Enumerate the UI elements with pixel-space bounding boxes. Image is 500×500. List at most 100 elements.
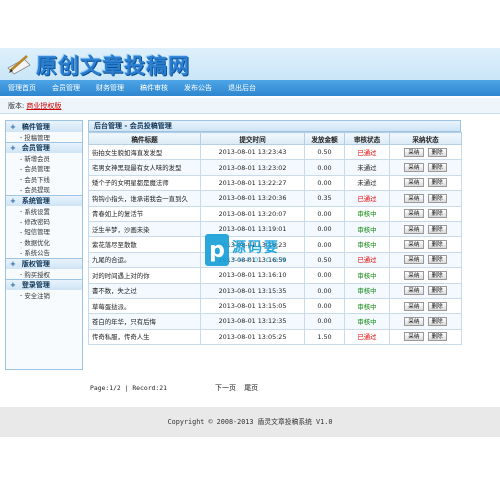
row-time: 2013-08-01 13:20:07	[200, 205, 305, 222]
row-review-status: 已通过	[344, 143, 390, 161]
row-title[interactable]: 草莓蛋挞派。	[88, 297, 201, 315]
accept-button[interactable]: 采纳	[404, 255, 424, 265]
table-row: 草莓蛋挞派。 2013-08-01 13:15:05 0.00 审核中 采纳 删除	[88, 297, 462, 315]
sidebar-item-buy-license[interactable]: - 购买授权	[6, 269, 82, 279]
nav-item-logout[interactable]: 退出后台	[220, 83, 264, 93]
row-title[interactable]: 紫花落尽至散散	[88, 236, 201, 253]
last-page-link[interactable]: 尾页	[244, 384, 258, 392]
delete-button[interactable]: 删除	[427, 147, 447, 157]
sidebar-item-sms[interactable]: - 短信管理	[6, 227, 82, 237]
accept-button[interactable]: 采纳	[404, 286, 424, 296]
sidebar-item-password[interactable]: - 修改密码	[6, 216, 82, 227]
accept-button[interactable]: 采纳	[404, 163, 424, 173]
row-title[interactable]: 街拍女生貌如海直发发型	[88, 143, 201, 161]
accept-button[interactable]: 采纳	[404, 270, 424, 280]
row-title[interactable]: 传奇私服，传奇人生	[88, 328, 201, 346]
row-actions: 采纳 删除	[389, 251, 462, 269]
site-logo[interactable]: 原创文章投稿网	[6, 50, 216, 80]
accept-button[interactable]: 采纳	[404, 316, 424, 326]
pen-paper-icon	[6, 53, 32, 77]
row-title[interactable]: 書不数，失之过	[88, 282, 201, 299]
accept-button[interactable]: 采纳	[404, 224, 424, 234]
sidebar-item-logout[interactable]: - 安全注销	[6, 290, 82, 300]
row-title[interactable]: 九尾的合运。	[88, 251, 201, 269]
row-title[interactable]: 对的时间遇上对的你	[88, 267, 201, 284]
license-link[interactable]: 商业授权版	[26, 101, 61, 111]
accept-button[interactable]: 采纳	[404, 332, 424, 342]
nav-item-home[interactable]: 管理首页	[0, 83, 44, 93]
delete-button[interactable]: 删除	[427, 163, 447, 173]
accept-button[interactable]: 采纳	[404, 209, 424, 219]
row-time: 2013-08-01 13:22:27	[200, 174, 305, 192]
row-actions: 采纳 删除	[389, 205, 462, 222]
nav-item-notice[interactable]: 发布公告	[176, 83, 220, 93]
plus-icon: +	[10, 122, 16, 131]
row-amount: 0.50	[304, 143, 345, 161]
sidebar: + 稿件管理 - 投稿管理 + 会员管理 - 新增会员 - 会员管理 - 会员下线 - 会员提…	[5, 120, 83, 370]
watermark-text: 源码要	[232, 239, 280, 256]
delete-button[interactable]: 删除	[427, 178, 447, 188]
sidebar-item-label: 系统公告	[24, 249, 50, 258]
accept-button[interactable]: 采纳	[404, 147, 424, 157]
sidebar-item-settings[interactable]: - 系统设置	[6, 206, 82, 216]
sidebar-group-login[interactable]: + 登录管理	[6, 279, 82, 291]
delete-button[interactable]: 删除	[427, 209, 447, 219]
nav-item-finance[interactable]: 财务管理	[88, 83, 132, 93]
sidebar-item-label: 会员下线	[24, 175, 50, 184]
accept-button[interactable]: 采纳	[404, 178, 424, 188]
nav-item-members[interactable]: 会员管理	[44, 83, 88, 93]
row-amount: 0.00	[304, 236, 345, 253]
delete-button[interactable]: 删除	[427, 316, 447, 326]
table-row: 街拍女生貌如海直发发型 2013-08-01 13:23:43 0.50 已通过 采纳删…	[88, 143, 462, 161]
sidebar-item-announcements[interactable]: - 系统公告	[6, 248, 82, 258]
row-amount: 0.00	[304, 159, 345, 176]
sidebar-item-label: 会员管理	[24, 165, 50, 174]
table-header-row: 稿件标题 提交时间 发放金额 审核状态 采纳状态	[88, 132, 462, 145]
sidebar-group-members[interactable]: + 会员管理	[6, 142, 82, 154]
delete-button[interactable]: 删除	[427, 193, 447, 203]
row-time: 2013-08-01 13:16:10	[200, 267, 305, 284]
delete-button[interactable]: 删除	[427, 301, 447, 311]
row-review-status: 审核中	[344, 267, 390, 284]
row-title[interactable]: 宅男女神黑现最有女人味的发型	[88, 159, 201, 176]
row-title[interactable]: 泛生半梦，沙画未染	[88, 220, 201, 238]
sidebar-item-submissions[interactable]: - 投稿管理	[6, 132, 82, 142]
sidebar-item-member-withdraw[interactable]: - 会员提现	[6, 185, 82, 195]
sidebar-group-label: 稿件管理	[21, 122, 50, 131]
row-review-status: 未通过	[344, 174, 390, 192]
row-actions: 采纳 删除	[389, 297, 462, 315]
accept-button[interactable]: 采纳	[404, 301, 424, 311]
sidebar-item-member-downline[interactable]: - 会员下线	[6, 174, 82, 184]
sidebar-group-license[interactable]: + 版权管理	[6, 257, 82, 269]
nav-item-review[interactable]: 稿件审核	[132, 83, 176, 93]
row-amount: 0.00	[304, 282, 345, 299]
row-review-status: 已通过	[344, 251, 390, 269]
row-title[interactable]: 苍白的年华，只有后悔	[88, 313, 201, 330]
delete-button[interactable]: 删除	[427, 270, 447, 280]
row-title[interactable]: 青春如上的复活节	[88, 205, 201, 222]
logo-text: 原创文章投稿网	[36, 54, 190, 78]
accept-button[interactable]: 采纳	[404, 193, 424, 203]
row-title[interactable]: 矮个子的女明星都是魔法师	[88, 174, 201, 192]
row-title[interactable]: 钩钩小指头，谁承诺我会一直到久	[88, 190, 201, 207]
next-page-link[interactable]: 下一页	[215, 384, 236, 392]
table-row: 書不数，失之过 2013-08-01 13:15:35 0.00 审核中 采纳 删除	[88, 282, 462, 299]
sidebar-group-articles[interactable]: + 稿件管理	[6, 121, 82, 132]
sidebar-item-label: 会员提现	[24, 186, 50, 195]
delete-button[interactable]: 删除	[427, 255, 447, 265]
delete-button[interactable]: 删除	[427, 240, 447, 250]
row-amount: 0.50	[304, 251, 345, 269]
sidebar-group-system[interactable]: + 系统管理	[6, 194, 82, 206]
row-review-status: 审核中	[344, 282, 390, 299]
table-row: 对的时间遇上对的你 2013-08-01 13:16:10 0.00 审核中 采纳 删除	[88, 267, 462, 284]
sidebar-item-db-optimize[interactable]: - 数据优化	[6, 237, 82, 247]
delete-button[interactable]: 删除	[427, 332, 447, 342]
version-bar: 版本: 商业授权版	[0, 98, 500, 114]
accept-button[interactable]: 采纳	[404, 240, 424, 250]
sidebar-item-member-manage[interactable]: - 会员管理	[6, 164, 82, 174]
sidebar-item-label: 安全注销	[24, 291, 50, 300]
delete-button[interactable]: 删除	[427, 224, 447, 234]
sidebar-item-add-member[interactable]: - 新增会员	[6, 153, 82, 164]
table-row: 传奇私服，传奇人生 2013-08-01 13:05:25 1.50 已通过 采纳 删除	[88, 328, 462, 346]
delete-button[interactable]: 删除	[427, 286, 447, 296]
